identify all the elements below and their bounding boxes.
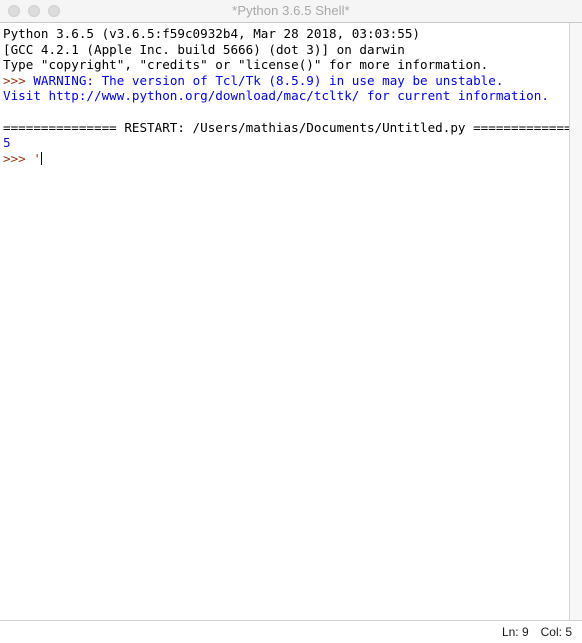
shell-line-restart-banner: =============== RESTART: /Users/mathias/… bbox=[3, 120, 569, 136]
shell-text-segment: Type "copyright", "credits" or "license(… bbox=[3, 57, 489, 73]
status-line-number: Ln: 9 bbox=[501, 625, 529, 639]
shell-text-segment bbox=[3, 104, 11, 119]
shell-text-segment: Python 3.6.5 (v3.6.5:f59c0932b4, Mar 28 … bbox=[3, 26, 421, 41]
shell-line-banner-version: Python 3.6.5 (v3.6.5:f59c0932b4, Mar 28 … bbox=[3, 26, 569, 42]
close-button-icon[interactable] bbox=[8, 5, 20, 17]
status-column-number: Col: 5 bbox=[540, 625, 572, 639]
shell-line-program-output: 5 bbox=[3, 135, 569, 151]
text-cursor bbox=[40, 151, 42, 165]
shell-output-area[interactable]: Python 3.6.5 (v3.6.5:f59c0932b4, Mar 28 … bbox=[0, 23, 569, 620]
prompt-marker: >>> bbox=[3, 150, 34, 166]
window-titlebar: *Python 3.6.5 Shell* bbox=[0, 0, 582, 23]
shell-line-blank-1 bbox=[3, 104, 569, 120]
python-shell-window: *Python 3.6.5 Shell* Python 3.6.5 (v3.6.… bbox=[0, 0, 582, 643]
shell-line-warning-visit: Visit http://www.python.org/download/mac… bbox=[3, 88, 569, 104]
vertical-scrollbar[interactable] bbox=[569, 23, 582, 620]
window-controls bbox=[8, 0, 60, 22]
shell-line-banner-help: Type "copyright", "credits" or "license(… bbox=[3, 57, 569, 73]
shell-text-segment: [GCC 4.2.1 (Apple Inc. build 5666) (dot … bbox=[3, 41, 405, 57]
shell-line-banner-compiler: [GCC 4.2.1 (Apple Inc. build 5666) (dot … bbox=[3, 42, 569, 58]
shell-body: Python 3.6.5 (v3.6.5:f59c0932b4, Mar 28 … bbox=[0, 23, 582, 620]
prompt-input-text[interactable]: ' bbox=[33, 151, 41, 166]
shell-text-segment: Visit http://www.python.org/download/mac… bbox=[3, 88, 549, 104]
status-bar: Ln: 9 Col: 5 bbox=[0, 620, 582, 643]
shell-line-warning-tcltk: >>> WARNING: The version of Tcl/Tk (8.5.… bbox=[3, 73, 569, 89]
shell-text-segment: WARNING: The version of Tcl/Tk (8.5.9) i… bbox=[33, 72, 504, 88]
shell-text-segment: =============== RESTART: /Users/mathias/… bbox=[3, 119, 569, 135]
shell-prompt-line[interactable]: >>> ' bbox=[3, 151, 569, 167]
minimize-button-icon[interactable] bbox=[28, 5, 40, 17]
shell-text-segment: 5 bbox=[3, 135, 11, 151]
zoom-button-icon[interactable] bbox=[48, 5, 60, 17]
window-title: *Python 3.6.5 Shell* bbox=[232, 3, 350, 18]
shell-text-segment: >>> bbox=[3, 72, 34, 88]
